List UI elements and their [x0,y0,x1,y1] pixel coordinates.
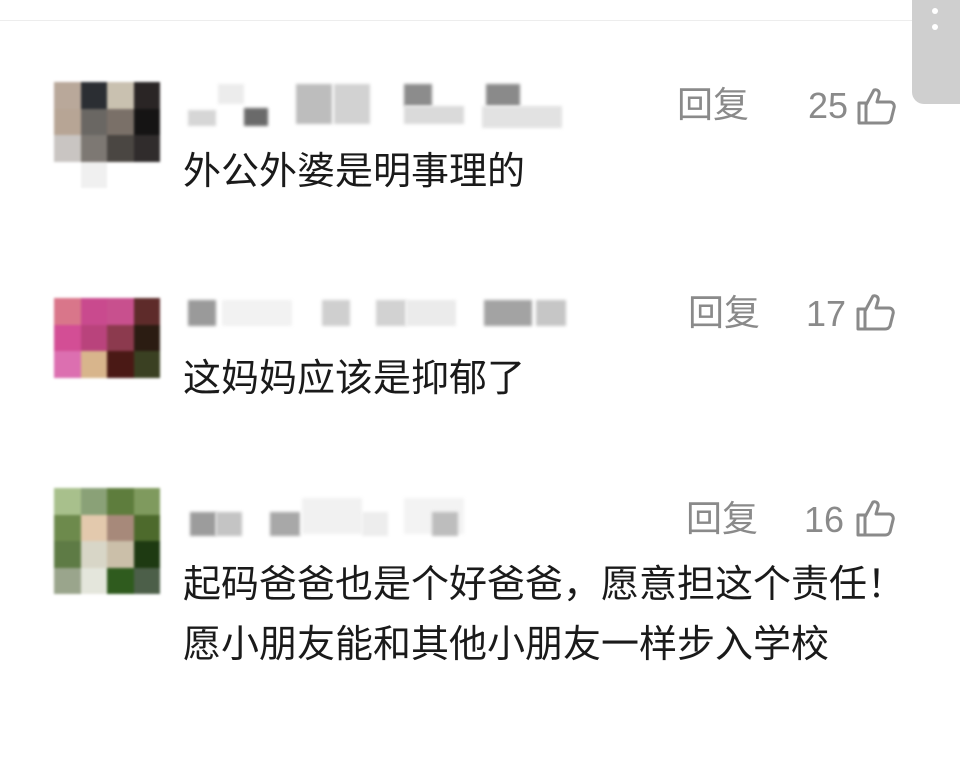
avatar-pixel [107,541,134,568]
avatar-pixel [80,324,107,351]
like-count: 25 [807,85,848,126]
comment-text: 外公外婆是明事理的 [183,149,526,193]
thumbs-up-icon[interactable] [854,292,896,332]
avatar-pixel [54,488,81,515]
avatar-pixel [133,324,160,351]
avatar-pixel [80,377,107,404]
avatar-pixel [133,567,160,594]
avatar-pixel [107,82,134,109]
avatar-pixel [54,135,81,162]
avatar-pixel [133,108,160,135]
avatar-pixel [133,298,160,325]
username-obscured[interactable] [186,496,576,540]
comment-text: 起码爸爸也是个好爸爸，愿意担这个责任！愿小朋友能和其他小朋友一样步入学校 [183,562,906,666]
handle-grip-dot [932,24,938,30]
avatar-pixel [54,567,81,594]
reply-button[interactable]: 回复 [686,502,758,538]
avatar-pixel [133,514,160,541]
thumbs-up-icon[interactable] [855,86,897,126]
avatar-pixel [80,567,107,594]
avatar-pixel [133,488,160,515]
avatar-pixel [54,351,81,378]
avatar-pixel [54,298,81,325]
avatar-pixel [80,514,107,541]
avatar[interactable] [54,298,160,404]
avatar-pixel [80,541,107,568]
avatar-pixel [133,135,160,162]
avatar-pixel [80,108,107,135]
avatar[interactable] [54,488,160,594]
avatar-pixel [80,161,107,188]
avatar-pixel [54,377,81,404]
avatar-pixel [107,298,134,325]
avatar-pixel [133,541,160,568]
avatar-pixel [107,514,134,541]
avatar-pixel [133,161,160,188]
avatar-pixel [107,324,134,351]
avatar-pixel [54,161,81,188]
reply-button[interactable]: 回复 [688,296,760,332]
avatar-pixel [80,298,107,325]
avatar-pixel [80,351,107,378]
username-obscured[interactable] [186,84,576,128]
avatar-pixel [133,82,160,109]
avatar-pixel [133,351,160,378]
avatar-pixel [107,351,134,378]
avatar-pixel [54,108,81,135]
thumbs-up-icon[interactable] [854,498,896,538]
avatar[interactable] [54,82,160,188]
top-divider [0,20,960,21]
username-obscured[interactable] [186,296,576,340]
like-count: 17 [805,293,846,334]
avatar-pixel [107,135,134,162]
avatar-pixel [80,488,107,515]
avatar-pixel [133,377,160,404]
reply-button[interactable]: 回复 [677,88,749,124]
handle-grip-dot [932,8,938,14]
avatar-pixel [107,377,134,404]
avatar-pixel [54,324,81,351]
comment-text: 这妈妈应该是抑郁了 [183,356,526,400]
avatar-pixel [107,161,134,188]
avatar-pixel [54,541,81,568]
avatar-pixel [54,82,81,109]
avatar-pixel [54,514,81,541]
avatar-pixel [107,488,134,515]
avatar-pixel [107,567,134,594]
scrollbar-handle[interactable] [912,0,960,104]
avatar-pixel [80,82,107,109]
avatar-pixel [80,135,107,162]
avatar-pixel [107,108,134,135]
like-count: 16 [803,499,844,540]
